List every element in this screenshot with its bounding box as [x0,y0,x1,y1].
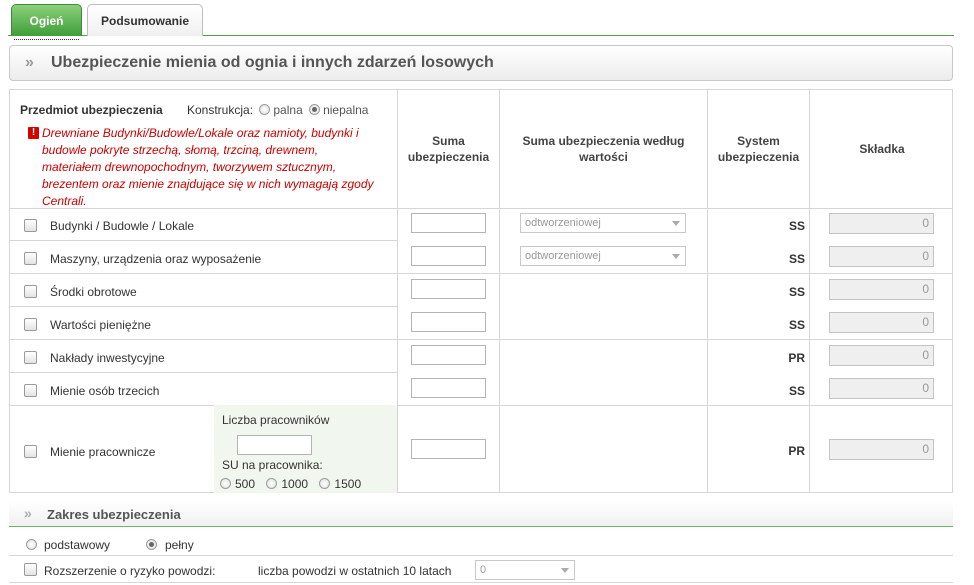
tab-ogien[interactable]: Ogień [11,4,82,40]
subject-header: Przedmiot ubezpieczenia [20,103,163,117]
system-srodki: SS [788,285,805,299]
premium-mienie-pracownicze: 0 [829,439,934,460]
premium-budynki: 0 [829,213,934,234]
su-option-1000: 1000 [281,477,309,491]
row-checkbox-maszyny[interactable] [24,252,37,265]
scope-radio-pelny[interactable] [146,539,157,550]
row-label-wartosci: Wartości pieniężne [50,318,151,332]
row-label-naklady: Nakłady inwestycyjne [50,351,165,365]
premium-naklady: 0 [829,345,934,366]
scope-header: » Zakres ubezpieczenia [9,501,953,527]
construction-radio-niepalna[interactable] [309,104,321,115]
scope-options: podstawowy pełny [9,535,953,556]
flood-extension-row: Rozszerzenie o ryzyko powodzi: liczba po… [9,557,953,583]
su-per-employee-options: 500 1000 1500 [220,477,369,491]
su-radio-1500[interactable] [319,478,331,489]
system-naklady: PR [788,351,805,365]
su-per-employee-label: SU na pracownika: [222,458,323,472]
su-option-500: 500 [235,477,256,491]
flood-extension-label: Rozszerzenie o ryzyko powodzi: [44,564,216,578]
chevron-down-icon [672,221,680,226]
sum-input-mienie-osob[interactable] [411,378,486,398]
employees-cell: Liczba pracowników SU na pracownika: 500… [214,405,397,493]
system-mienie-osob: SS [788,384,805,398]
header-sum: Suma ubezpieczenia [407,134,490,164]
header-sum-by-value: Suma ubezpieczenia według wartości [522,134,685,164]
premium-maszyny: 0 [829,246,934,267]
sum-input-wartosci[interactable] [411,312,486,332]
row-checkbox-mienie-pracownicze[interactable] [24,445,37,458]
construction-radio-palna[interactable] [259,104,271,115]
sum-input-naklady[interactable] [411,345,486,365]
sum-input-maszyny[interactable] [411,246,486,266]
scope-option-pelny: pełny [165,538,194,552]
premium-wartosci: 0 [829,312,934,333]
row-checkbox-naklady[interactable] [24,351,37,364]
system-budynki: SS [788,219,805,233]
value-basis-select-budynki[interactable]: odtworzeniowej [520,213,686,233]
construction-label: Konstrukcja: [187,103,254,117]
flood-extension-checkbox[interactable] [24,563,37,576]
chevron-down-icon [561,568,569,573]
row-checkbox-budynki[interactable] [24,219,37,232]
premium-srodki: 0 [829,279,934,300]
tab-bar: Ogień Podsumowanie [8,4,954,40]
double-chevron-right-icon: » [24,505,32,521]
system-mienie-pracownicze: PR [788,444,805,458]
flood-count-label: liczba powodzi w ostatnich 10 latach [258,564,452,578]
system-wartosci: SS [788,318,805,332]
row-checkbox-wartosci[interactable] [24,318,37,331]
construction-option-niepalna: niepalna [323,103,369,117]
system-maszyny: SS [788,252,805,266]
construction-option-palna: palna [273,103,303,117]
employee-count-input[interactable] [237,435,312,455]
row-label-mienie-osob: Mienie osób trzecich [50,384,160,398]
warning-text: Drewniane Budynki/Budowle/Lokale oraz na… [42,126,374,208]
employee-count-label: Liczba pracowników [222,413,330,427]
row-label-srodki: Środki obrotowe [50,285,137,299]
tab-podsumowanie[interactable]: Podsumowanie [87,4,203,36]
section-title: Ubezpieczenie mienia od ognia i innych z… [51,54,494,71]
sum-input-mienie-pracownicze[interactable] [411,439,486,459]
insurance-table: Przedmiot ubezpieczenia Konstrukcja: pal… [9,89,953,493]
sum-input-budynki[interactable] [411,213,486,233]
chevron-down-icon [672,254,680,259]
scope-title: Zakres ubezpieczenia [47,507,181,522]
double-chevron-right-icon: » [25,54,34,71]
row-checkbox-srodki[interactable] [24,285,37,298]
su-option-1500: 1500 [334,477,362,491]
construction-selector: Konstrukcja: palna niepalna [187,103,368,117]
row-label-maszyny: Maszyny, urządzenia oraz wyposażenie [50,252,262,266]
row-checkbox-mienie-osob[interactable] [24,384,37,397]
row-label-mienie-pracownicze: Mienie pracownicze [50,445,156,459]
value-basis-select-maszyny[interactable]: odtworzeniowej [520,246,686,266]
flood-count-select[interactable]: 0 [475,560,575,580]
premium-mienie-osob: 0 [829,378,934,399]
header-system: System ubezpieczenia [717,134,800,164]
row-label-budynki: Budynki / Budowle / Lokale [50,219,195,233]
su-radio-1000[interactable] [266,478,278,489]
header-premium: Składka [859,142,905,156]
warning-icon: ! [28,127,39,139]
scope-option-podstawowy: podstawowy [44,538,111,552]
su-radio-500[interactable] [220,478,231,489]
sum-input-srodki[interactable] [411,279,486,299]
scope-radio-podstawowy[interactable] [26,539,37,550]
section-header: » Ubezpieczenie mienia od ognia i innych… [9,45,953,81]
